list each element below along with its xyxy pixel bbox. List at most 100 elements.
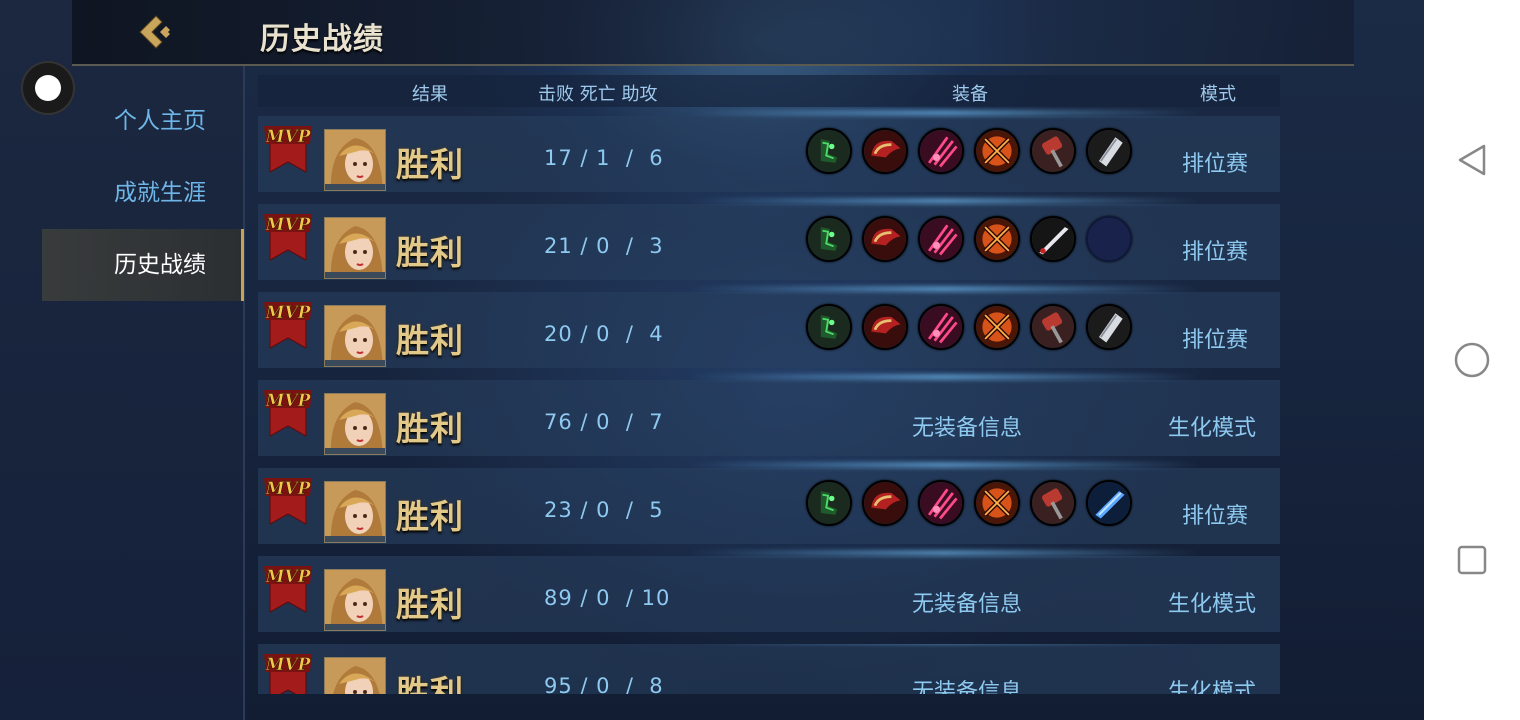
match-row[interactable]: MVP 胜利 89 / 0 / 10 无装备信息 生化模式 xyxy=(258,550,1280,632)
back-triangle-icon[interactable] xyxy=(1454,142,1490,178)
match-row[interactable]: MVP 胜利 95 / 0 / 8 无装备信息 生化模式 xyxy=(258,644,1280,694)
nav-item-profile[interactable]: 个人主页 xyxy=(42,85,244,157)
sword-silver-item-icon[interactable] xyxy=(1030,216,1076,262)
boots-green-item-icon[interactable] xyxy=(806,480,852,526)
no-equipment-text: 无装备信息 xyxy=(912,592,1023,617)
match-result: 胜利 xyxy=(396,585,464,624)
row-separator-glow xyxy=(688,462,1200,468)
game-mode: 生化模式 xyxy=(1168,680,1257,694)
mvp-badge-icon: MVP xyxy=(262,298,314,350)
helm-red-item-icon[interactable] xyxy=(862,216,908,262)
top-header-bar: 历史战绩 xyxy=(72,0,1354,66)
column-header-result: 结果 xyxy=(412,84,448,105)
column-header-equipment: 装备 xyxy=(952,84,988,105)
match-result: 胜利 xyxy=(396,409,464,448)
svg-text:MVP: MVP xyxy=(265,655,312,675)
kda-score: 17 / 1 / 6 xyxy=(544,146,664,170)
hero-avatar xyxy=(324,305,386,367)
mvp-badge-icon: MVP xyxy=(262,122,314,174)
cross-orange-item-icon[interactable] xyxy=(974,480,1020,526)
game-mode: 排位赛 xyxy=(1182,152,1249,177)
hero-avatar xyxy=(324,129,386,191)
match-result: 胜利 xyxy=(396,673,464,694)
hero-avatar xyxy=(324,569,386,631)
system-navigation-bar xyxy=(1424,0,1520,720)
row-separator-glow xyxy=(688,286,1200,292)
hero-avatar xyxy=(324,393,386,455)
cross-orange-item-icon[interactable] xyxy=(974,304,1020,350)
blade-silver-item-icon[interactable] xyxy=(1086,128,1132,174)
home-circle-icon[interactable] xyxy=(1454,342,1490,378)
nav-item-match-history[interactable]: 历史战绩 xyxy=(42,229,244,301)
claw-pink-item-icon[interactable] xyxy=(918,304,964,350)
cross-orange-item-icon[interactable] xyxy=(974,128,1020,174)
match-row[interactable]: MVP 胜利 76 / 0 / 7 无装备信息 生化模式 xyxy=(258,374,1280,456)
row-separator-glow xyxy=(688,198,1200,204)
mvp-badge-icon: MVP xyxy=(262,210,314,262)
game-screen: 历史战绩 个人主页 成就生涯 历史战绩 结果 击败 死亡 助攻 装备 模式 MV… xyxy=(0,0,1424,720)
svg-text:MVP: MVP xyxy=(265,303,312,323)
nav-item-career[interactable]: 成就生涯 xyxy=(42,157,244,229)
row-separator-glow xyxy=(688,374,1200,380)
svg-text:MVP: MVP xyxy=(265,391,312,411)
empty-item-icon[interactable] xyxy=(1086,216,1132,262)
game-mode: 生化模式 xyxy=(1168,416,1257,441)
kda-score: 89 / 0 / 10 xyxy=(544,586,671,610)
blade-blue-item-icon[interactable] xyxy=(1086,480,1132,526)
boots-green-item-icon[interactable] xyxy=(806,128,852,174)
game-mode: 排位赛 xyxy=(1182,240,1249,265)
match-row[interactable]: MVP 胜利 23 / 0 / 5 排位赛 xyxy=(258,462,1280,544)
helm-red-item-icon[interactable] xyxy=(862,128,908,174)
hammer-red-item-icon[interactable] xyxy=(1030,128,1076,174)
svg-text:MVP: MVP xyxy=(265,567,312,587)
kda-score: 20 / 0 / 4 xyxy=(544,322,664,346)
recents-square-icon[interactable] xyxy=(1454,542,1490,578)
svg-text:MVP: MVP xyxy=(265,127,312,147)
kda-score: 23 / 0 / 5 xyxy=(544,498,664,522)
match-result: 胜利 xyxy=(396,497,464,536)
row-separator-glow xyxy=(688,110,1200,116)
double-chevron-left-icon xyxy=(139,15,170,49)
match-result: 胜利 xyxy=(396,233,464,272)
mvp-badge-icon: MVP xyxy=(262,386,314,438)
hero-avatar xyxy=(324,657,386,694)
table-header: 结果 击败 死亡 助攻 装备 模式 xyxy=(258,75,1280,107)
svg-text:MVP: MVP xyxy=(265,479,312,499)
row-separator-glow xyxy=(688,550,1200,556)
no-equipment-text: 无装备信息 xyxy=(912,416,1023,441)
page-title: 历史战绩 xyxy=(260,22,384,57)
hero-avatar xyxy=(324,217,386,279)
kda-score: 95 / 0 / 8 xyxy=(544,674,664,694)
mvp-badge-icon: MVP xyxy=(262,650,314,694)
cross-orange-item-icon[interactable] xyxy=(974,216,1020,262)
claw-pink-item-icon[interactable] xyxy=(918,128,964,174)
no-equipment-text: 无装备信息 xyxy=(912,680,1023,694)
boots-green-item-icon[interactable] xyxy=(806,216,852,262)
mvp-badge-icon: MVP xyxy=(262,562,314,614)
hammer-red-item-icon[interactable] xyxy=(1030,480,1076,526)
column-header-kda: 击败 死亡 助攻 xyxy=(538,84,658,105)
match-result: 胜利 xyxy=(396,145,464,184)
match-result: 胜利 xyxy=(396,321,464,360)
mvp-badge-icon: MVP xyxy=(262,474,314,526)
side-nav: 个人主页 成就生涯 历史战绩 xyxy=(42,85,244,301)
svg-text:MVP: MVP xyxy=(265,215,312,235)
hammer-red-item-icon[interactable] xyxy=(1030,304,1076,350)
game-mode: 排位赛 xyxy=(1182,328,1249,353)
claw-pink-item-icon[interactable] xyxy=(918,480,964,526)
match-row[interactable]: MVP 胜利 20 / 0 / 4 排位赛 xyxy=(258,286,1280,368)
kda-score: 21 / 0 / 3 xyxy=(544,234,664,258)
boots-green-item-icon[interactable] xyxy=(806,304,852,350)
match-row[interactable]: MVP 胜利 21 / 0 / 3 排位赛 xyxy=(258,198,1280,280)
game-mode: 排位赛 xyxy=(1182,504,1249,529)
back-button[interactable] xyxy=(132,10,176,54)
game-mode: 生化模式 xyxy=(1168,592,1257,617)
column-header-mode: 模式 xyxy=(1200,84,1236,105)
match-row[interactable]: MVP 胜利 17 / 1 / 6 排位赛 xyxy=(258,110,1280,192)
kda-score: 76 / 0 / 7 xyxy=(544,410,664,434)
hero-avatar xyxy=(324,481,386,543)
helm-red-item-icon[interactable] xyxy=(862,304,908,350)
blade-silver-item-icon[interactable] xyxy=(1086,304,1132,350)
helm-red-item-icon[interactable] xyxy=(862,480,908,526)
claw-pink-item-icon[interactable] xyxy=(918,216,964,262)
